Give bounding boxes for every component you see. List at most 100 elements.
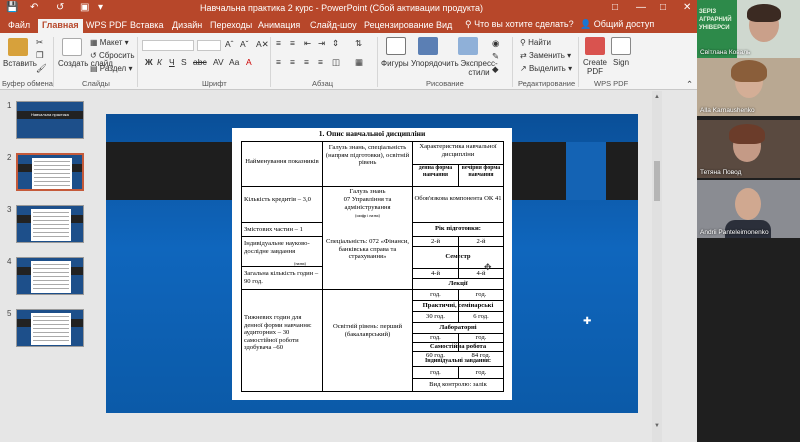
scrollbar-thumb[interactable] xyxy=(654,161,660,201)
smartart-icon[interactable]: ▦ xyxy=(355,57,363,68)
scroll-down-icon[interactable]: ▼ xyxy=(654,423,660,429)
find-icon: ⚲ xyxy=(520,38,529,47)
replace-button[interactable]: ⇄ Заменить ▾ xyxy=(520,51,571,60)
create-pdf-button[interactable]: Create PDF xyxy=(582,58,608,76)
vertical-scrollbar[interactable]: ▲ ▼ xyxy=(652,91,662,442)
tab-animation[interactable]: Анимация xyxy=(254,19,304,33)
participant-name: Тетяна Повод xyxy=(700,169,742,176)
shape-effects-icon[interactable]: ◆ xyxy=(492,64,499,75)
create-pdf-icon[interactable] xyxy=(585,37,605,55)
columns-icon[interactable]: ◫ xyxy=(332,57,340,68)
shape-outline-icon[interactable]: ✎ xyxy=(492,51,499,62)
slide-thumbnail-4[interactable] xyxy=(16,257,84,295)
tab-design[interactable]: Дизайн xyxy=(168,19,206,33)
participant-tile[interactable]: ЗЕРІЗ АГРАРНИЙ УНІВЕРСИ Світлана Коваль xyxy=(697,0,800,58)
reset-button[interactable]: ↺ Сбросить xyxy=(90,51,135,60)
current-slide[interactable]: 1. Опис навчальної дисципліни Найменуван… xyxy=(106,114,638,413)
redo-icon[interactable]: ↺ xyxy=(56,2,64,14)
undo-icon[interactable]: ↶ xyxy=(30,2,38,14)
minimize-icon[interactable]: — xyxy=(636,2,646,13)
layout-button[interactable]: ▦ Макет ▾ xyxy=(90,38,129,47)
move-cursor-icon: ✥ xyxy=(484,262,492,272)
document-image[interactable]: 1. Опис навчальної дисципліни Найменуван… xyxy=(232,128,512,400)
format-painter-icon[interactable]: 🖌 xyxy=(36,63,47,74)
shadow-icon[interactable]: S xyxy=(181,57,187,67)
find-button[interactable]: ⚲ Найти xyxy=(520,38,551,47)
grow-font-icon[interactable]: Aˆ xyxy=(225,39,234,49)
collapse-ribbon-icon[interactable]: ⌃ xyxy=(686,79,693,90)
tab-slideshow[interactable]: Слайд-шоу xyxy=(306,19,361,33)
align-center-icon[interactable]: ≡ xyxy=(290,57,295,67)
select-button[interactable]: ↗ Выделить ▾ xyxy=(520,64,572,73)
new-slide-icon[interactable] xyxy=(62,38,82,56)
sign-button[interactable]: Sign xyxy=(613,58,629,67)
copy-icon[interactable]: ❐ xyxy=(36,50,44,61)
tell-me-box[interactable]: ⚲ Что вы хотите сделать? xyxy=(465,19,574,30)
cut-icon[interactable]: ✂ xyxy=(36,37,43,48)
section-button[interactable]: ▤ Раздел ▾ xyxy=(90,64,132,73)
text-direction-icon[interactable]: ⇅ xyxy=(355,38,362,49)
tab-home[interactable]: Главная xyxy=(38,19,83,33)
case-icon[interactable]: Aa xyxy=(229,57,239,67)
indent-decrease-icon[interactable]: ⇤ xyxy=(304,38,311,49)
arrange-button[interactable]: Упорядочить xyxy=(411,59,459,68)
tab-view[interactable]: Вид xyxy=(432,19,456,33)
shapes-button[interactable]: Фигуры xyxy=(381,59,409,68)
sign-icon[interactable] xyxy=(611,37,631,55)
participant-tile[interactable]: Тетяна Повод xyxy=(697,120,800,178)
align-right-icon[interactable]: ≡ xyxy=(304,57,309,67)
tab-insert[interactable]: Вставка xyxy=(126,19,167,33)
close-icon[interactable]: ✕ xyxy=(683,2,691,13)
col-field-header: Галузь знань, спеціальність (напрям підг… xyxy=(325,144,410,166)
practical-evening: 6 год. xyxy=(473,313,489,320)
scroll-up-icon[interactable]: ▲ xyxy=(654,94,660,100)
shapes-icon[interactable] xyxy=(386,37,406,55)
bullets-icon[interactable]: ≡ xyxy=(276,38,281,48)
participant-tile[interactable]: Alla Karnaushenko xyxy=(697,58,800,116)
practical-full-time: 30 год. xyxy=(426,313,445,320)
slide-thumbnail-1[interactable]: Навчальна практика xyxy=(16,101,84,139)
line-spacing-icon[interactable]: ⇕ xyxy=(332,38,339,49)
slideshow-start-icon[interactable]: ▣ xyxy=(80,2,89,14)
arrange-icon[interactable] xyxy=(418,37,438,55)
align-left-icon[interactable]: ≡ xyxy=(276,57,281,67)
slide-thumbnails-panel: 1 Навчальна практика 2 3 4 5 xyxy=(0,91,96,442)
justify-icon[interactable]: ≡ xyxy=(318,57,323,67)
mouse-cursor-icon: ✚ xyxy=(583,316,592,327)
numbering-icon[interactable]: ≡ xyxy=(290,38,295,48)
spacing-icon[interactable]: AV xyxy=(213,57,224,67)
share-button[interactable]: 👤 Общий доступ xyxy=(580,19,654,30)
paste-icon[interactable] xyxy=(8,38,28,56)
underline-icon[interactable]: Ч xyxy=(169,57,175,67)
ribbon-display-icon[interactable]: □ xyxy=(612,2,618,13)
tab-review[interactable]: Рецензирование xyxy=(360,19,438,33)
participant-tile[interactable]: Andrii Panteleimonenko xyxy=(697,180,800,238)
maximize-icon[interactable]: □ xyxy=(660,2,666,13)
paste-button-label[interactable]: Вставить xyxy=(3,59,37,68)
save-icon[interactable]: 💾 xyxy=(6,2,18,14)
slide-thumbnail-5[interactable] xyxy=(16,309,84,347)
italic-icon[interactable]: К xyxy=(157,57,162,67)
font-color-icon[interactable]: A xyxy=(246,57,252,67)
font-size-field[interactable] xyxy=(197,40,221,51)
clear-format-icon[interactable]: A✕ xyxy=(256,39,269,50)
customize-toolbar-icon[interactable]: ▾ xyxy=(98,2,103,14)
font-name-field[interactable] xyxy=(142,40,194,51)
lectures-label: Лекції xyxy=(448,280,468,287)
shape-fill-icon[interactable]: ◉ xyxy=(492,38,499,49)
tab-wps-pdf[interactable]: WPS PDF xyxy=(82,19,131,33)
strikethrough-icon[interactable]: abc xyxy=(193,57,207,67)
field-note: (шифр і назва) xyxy=(355,213,380,218)
slide-thumbnail-3[interactable] xyxy=(16,205,84,243)
reset-icon: ↺ xyxy=(90,51,99,60)
level-cell: Освітній рівень: перший (бакалаврський) xyxy=(332,323,403,338)
ribbon-tabs: Файл Главная WPS PDF Вставка Дизайн Пере… xyxy=(0,17,697,33)
shrink-font-icon[interactable]: Aˇ xyxy=(240,39,249,49)
semester-full-time: 4-й xyxy=(430,270,441,277)
tab-file[interactable]: Файл xyxy=(4,19,34,33)
slide-thumbnail-2[interactable] xyxy=(16,153,84,191)
bold-icon[interactable]: Ж xyxy=(145,57,153,67)
tab-transitions[interactable]: Переходы xyxy=(206,19,256,33)
indent-increase-icon[interactable]: ⇥ xyxy=(318,38,325,49)
quick-styles-icon[interactable] xyxy=(458,37,478,55)
